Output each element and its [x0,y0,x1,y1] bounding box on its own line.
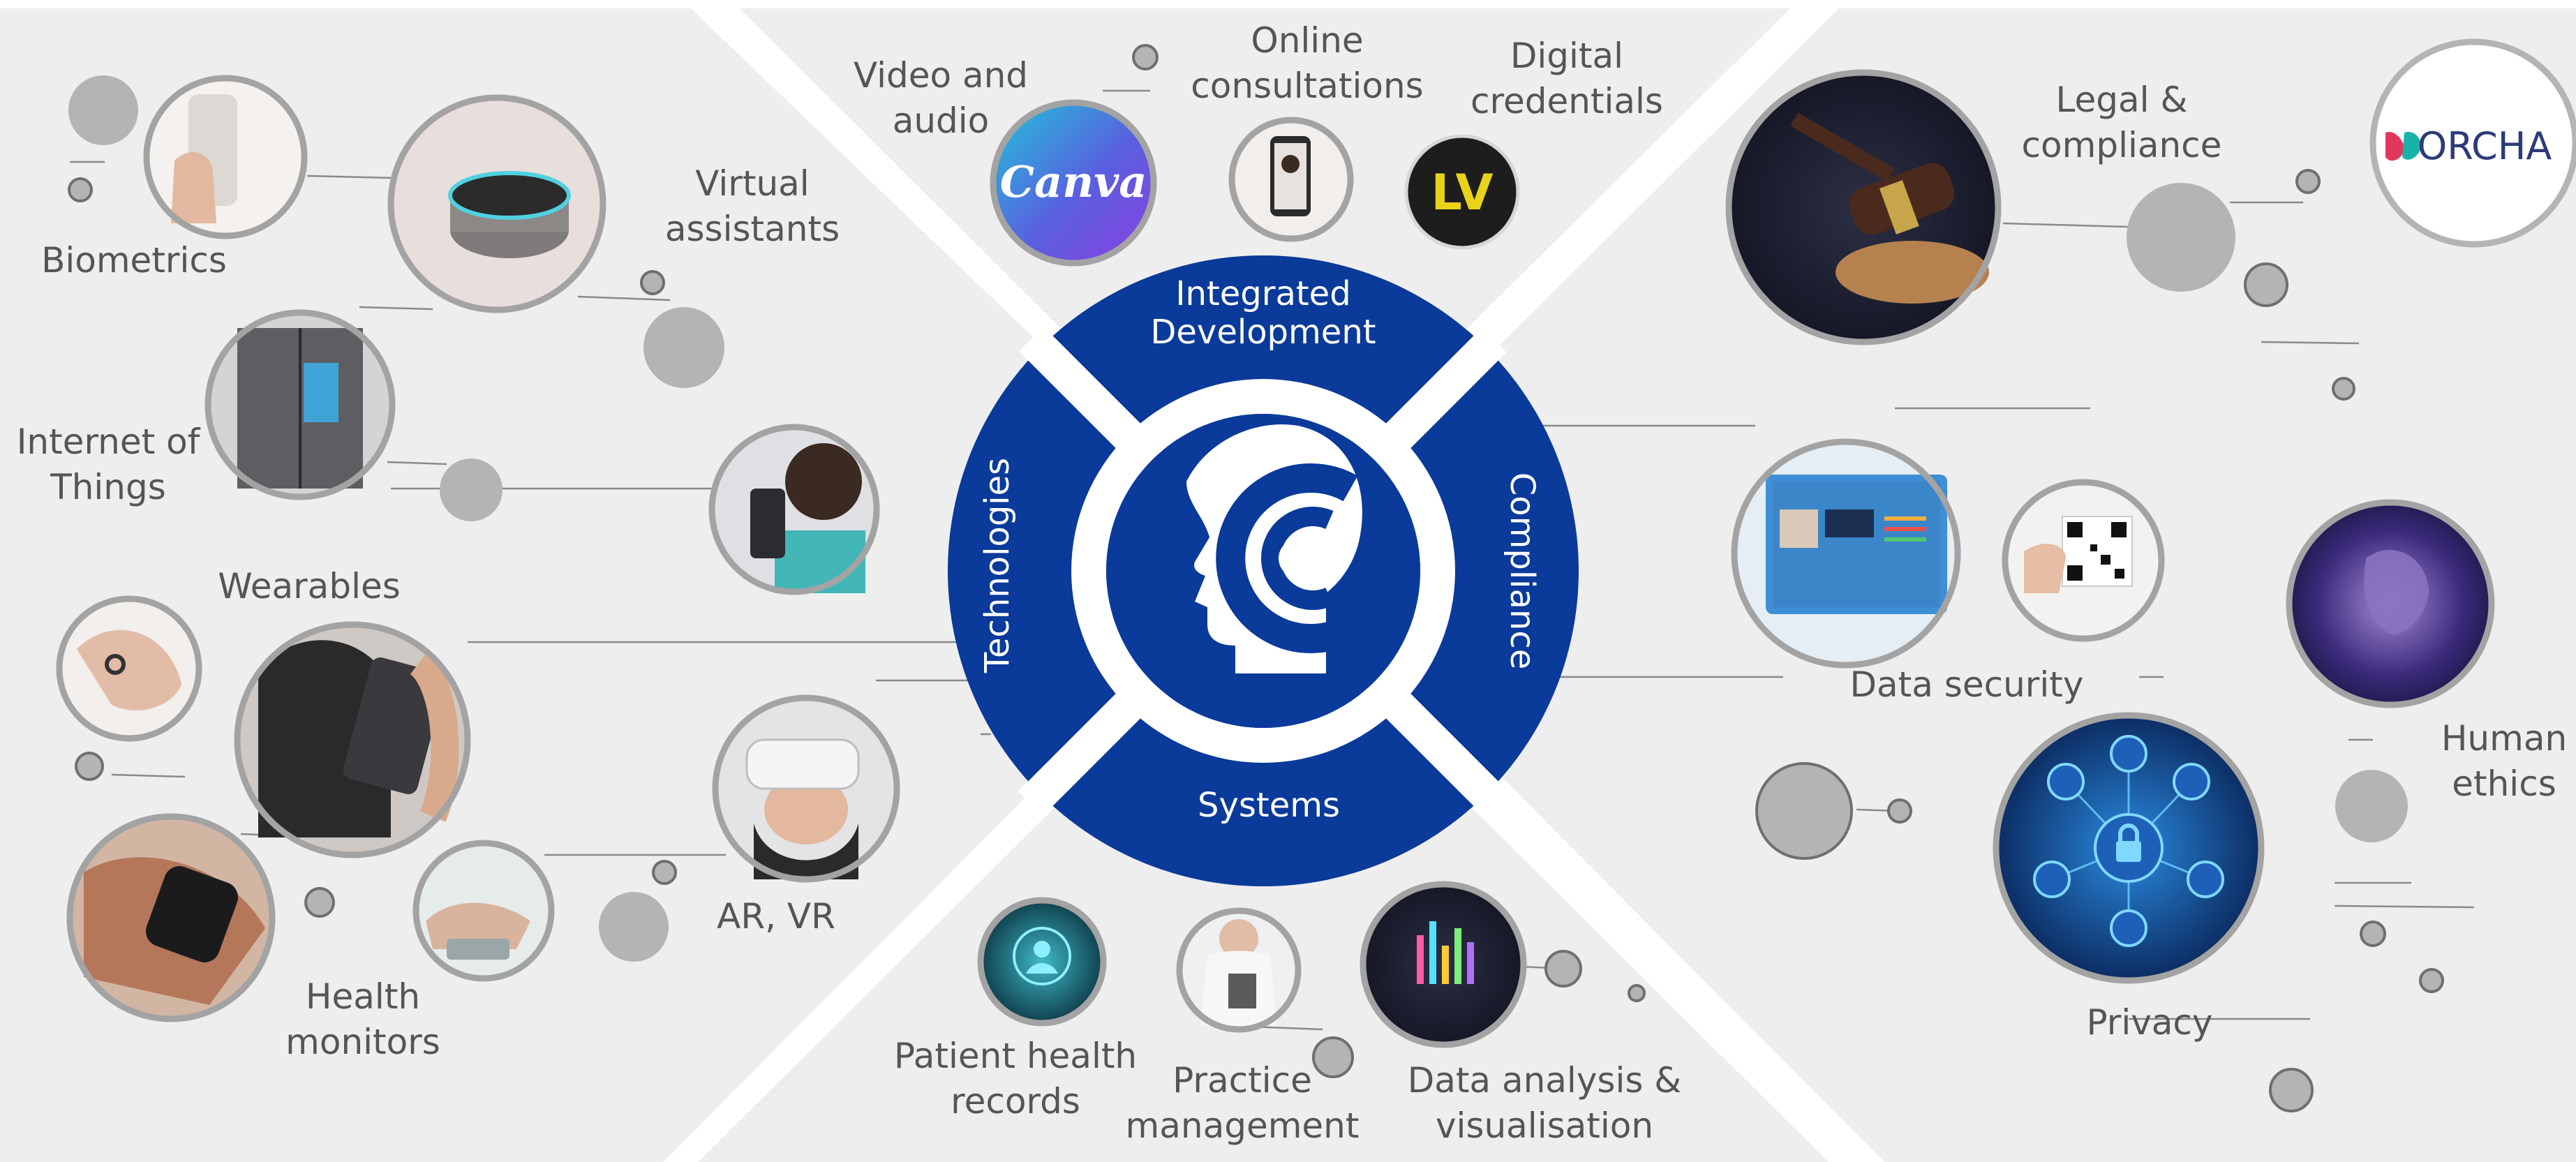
fitness-armband-photo [234,621,471,858]
patient-records-photo [977,897,1107,1027]
segment-left-label: Technologies [978,458,1017,673]
label-virtual-1: Virtual [695,163,809,204]
label-wearables: Wearables [218,566,401,606]
iot-fridge-photo [204,309,396,500]
health-monitor-photo [412,840,555,982]
label-practice-1: Practice [1172,1060,1312,1101]
label-online-1: Online [1251,20,1363,61]
orcha-logo-text: ORCHA [2418,124,2552,168]
lv-logo: LV [1404,134,1520,250]
label-iot-1: Internet of [17,422,201,462]
segment-top-label-2: Development [1150,313,1376,352]
segment-top-label-1: Integrated [1175,274,1350,313]
label-analysis-2: visualisation [1436,1105,1653,1146]
label-health-2: monitors [285,1022,440,1062]
online-consultation-photo [1228,117,1354,242]
label-health-1: Health [306,976,420,1017]
label-arvr: AR, VR [717,896,835,937]
canva-logo-text: Canva [1000,156,1147,207]
label-legal-1: Legal & [2056,80,2188,120]
head-logo-icon [1186,424,1362,673]
qr-code-photo [2002,479,2165,642]
mobile-phone-photo [708,424,880,595]
label-video-2: audio [893,100,990,141]
label-biometrics: Biometrics [41,240,227,281]
label-video-1: Video and [854,55,1028,96]
privacy-network-photo [1993,712,2265,984]
smartwatch-photo [66,813,276,1022]
practice-management-photo [1176,907,1302,1033]
diagram-canvas: Integrated Development Technologies Comp… [0,0,2576,1162]
segment-bottom-label: Systems [1198,786,1340,825]
label-digital-1: Digital [1510,36,1623,76]
lv-logo-text: LV [1431,164,1493,221]
label-digital-2: credentials [1471,81,1663,121]
label-legal-2: compliance [2022,125,2222,165]
label-patient-2: records [951,1081,1080,1122]
label-data-security: Data security [1850,664,2084,705]
virtual-assistant-photo [387,94,606,313]
canva-logo: Canva [990,99,1157,267]
smart-ring-photo [56,595,202,742]
legal-gavel-photo [1725,69,2002,345]
biometrics-photo [143,75,308,239]
vr-headset-photo [712,694,900,883]
label-online-2: consultations [1191,66,1423,106]
orcha-logo: ORCHA [2369,38,2576,248]
technology-diagram: Integrated Development Technologies Comp… [0,0,2576,1162]
label-analysis-1: Data analysis & [1408,1060,1682,1101]
label-iot-2: Things [50,467,166,507]
data-analysis-photo [1360,881,1527,1048]
label-privacy: Privacy [2086,1002,2212,1043]
label-human-2: ethics [2452,764,2556,804]
label-practice-2: management [1126,1105,1360,1146]
ehr-screen-photo [1731,438,1961,669]
label-patient-1: Patient health [894,1036,1137,1076]
label-human-1: Human [2441,718,2567,759]
human-ethics-photo [2286,499,2495,708]
label-virtual-2: assistants [665,209,840,249]
segment-right-label: Compliance [1503,472,1542,670]
